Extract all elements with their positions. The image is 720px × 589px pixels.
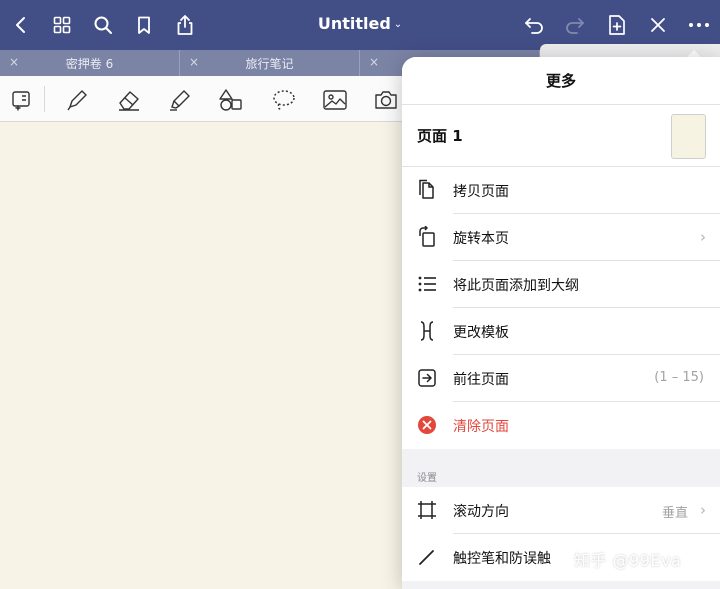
popover-title: 更多: [402, 57, 720, 105]
clear-page-item[interactable]: 清除页面: [402, 402, 720, 449]
menu-item-label: 将此页面添加到大纲: [453, 278, 579, 294]
add-to-outline-item[interactable]: 将此页面添加到大纲: [402, 261, 720, 308]
tab-document[interactable]: × 密押卷 6: [0, 50, 180, 76]
scroll-direction-value: 垂直: [661, 506, 688, 521]
page-actions-menu: 拷贝页面 旋转本页 › 将此页面添加到大纲 更改模板 前往页面 (1 – 15)…: [402, 167, 720, 449]
outline-icon: [416, 273, 438, 295]
stylus-icon: [416, 546, 438, 568]
close-icon[interactable]: ×: [369, 55, 379, 69]
section-gap: [402, 449, 720, 469]
tab-document[interactable]: × 旅行笔记: [180, 50, 360, 76]
rotate-page-item[interactable]: 旋转本页 ›: [402, 214, 720, 261]
add-page-icon[interactable]: [604, 12, 630, 38]
menu-item-label: 拷贝页面: [453, 184, 509, 200]
page-range-value: (1 – 15): [654, 370, 704, 385]
close-icon[interactable]: ×: [9, 55, 19, 69]
lasso-icon[interactable]: [270, 86, 298, 114]
undo-icon[interactable]: [521, 12, 547, 38]
scroll-direction-item[interactable]: 滚动方向 垂直 ›: [402, 487, 720, 534]
close-tab-icon[interactable]: [645, 12, 671, 38]
tab-label: 旅行笔记: [245, 56, 294, 71]
current-page-row: 页面 1: [402, 105, 720, 167]
image-icon[interactable]: [321, 86, 349, 114]
lasso-shape-icon[interactable]: [8, 86, 36, 114]
tab-label: 密押卷 6: [65, 56, 114, 71]
pen-icon[interactable]: [63, 86, 91, 114]
chevron-down-icon: ⌄: [393, 19, 403, 30]
camera-icon[interactable]: [372, 86, 400, 114]
menu-item-label: 清除页面: [453, 419, 509, 435]
navigation-bar: Untitled ⌄: [0, 0, 720, 50]
more-icon[interactable]: [686, 12, 712, 38]
page-label: 页面 1: [417, 127, 463, 145]
menu-item-label: 更改模板: [453, 325, 509, 341]
highlighter-icon[interactable]: [166, 86, 194, 114]
menu-item-label: 触控笔和防误触: [453, 551, 551, 567]
go-to-page-icon: [416, 367, 438, 389]
page-thumbnail[interactable]: [671, 114, 706, 159]
copy-page-icon: [416, 179, 438, 201]
template-icon: [416, 320, 438, 342]
menu-item-label: 前往页面: [453, 372, 509, 388]
clear-page-icon: [416, 414, 438, 436]
chevron-right-icon: ›: [700, 501, 706, 519]
settings-section-label: 设置: [402, 469, 720, 487]
menu-item-label: 旋转本页: [453, 231, 509, 247]
close-icon[interactable]: ×: [189, 55, 199, 69]
redo-icon[interactable]: [562, 12, 588, 38]
shapes-icon[interactable]: [217, 86, 245, 114]
rotate-page-icon: [416, 226, 438, 248]
chevron-right-icon: ›: [700, 228, 706, 246]
change-template-item[interactable]: 更改模板: [402, 308, 720, 355]
menu-item-label: 滚动方向: [453, 504, 509, 520]
scroll-direction-icon: [416, 499, 438, 521]
go-to-page-item[interactable]: 前往页面 (1 – 15): [402, 355, 720, 402]
title-text: Untitled: [317, 14, 391, 33]
more-popover: 更多 页面 1 拷贝页面 旋转本页 › 将此页面添加到大纲 更改模板 前往页面 …: [402, 57, 720, 589]
watermark-text: 知乎 @99Eva: [574, 551, 682, 570]
eraser-icon[interactable]: [115, 86, 143, 114]
toolbar-divider: [44, 86, 45, 112]
copy-page-item[interactable]: 拷贝页面: [402, 167, 720, 214]
